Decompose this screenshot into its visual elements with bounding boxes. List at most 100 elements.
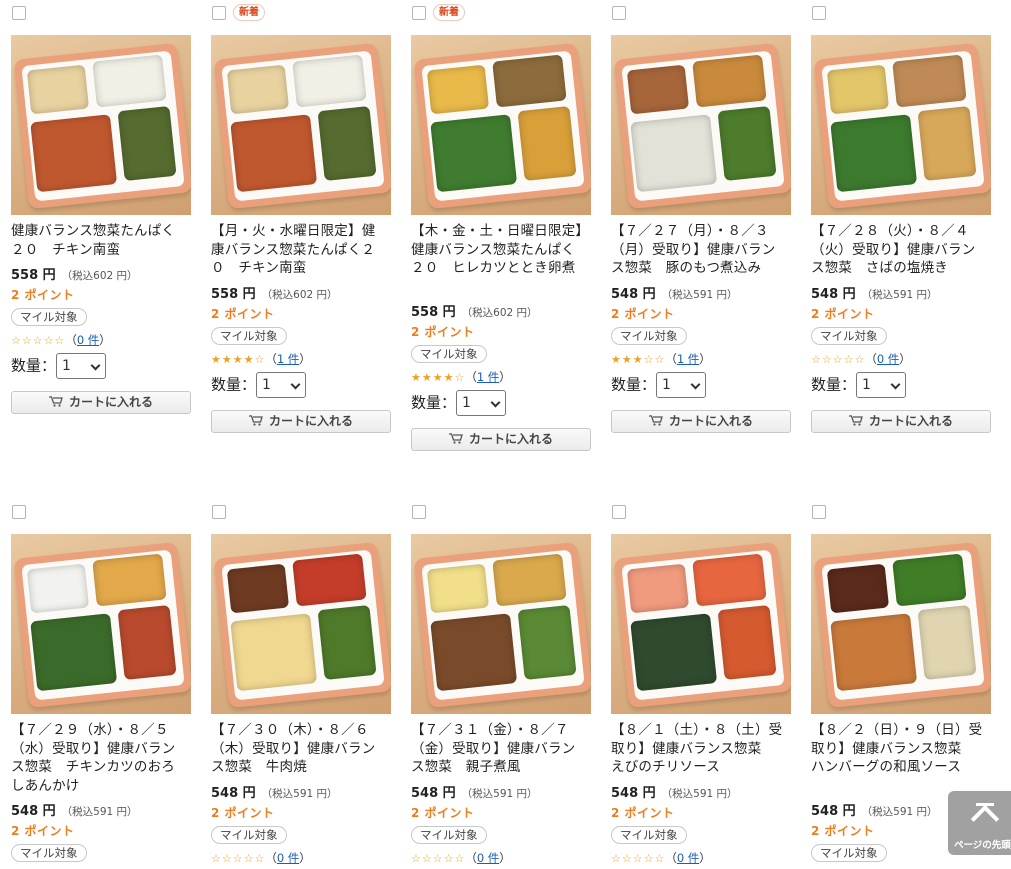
review-count-link[interactable]: 0 件 [277, 851, 299, 865]
product-card: 【７／３１（金）・８／７（金）受取り】健康バランス惣菜 親子煮風 548 円 （税込… [411, 499, 601, 869]
price: 548 円 [11, 804, 56, 819]
product-image[interactable] [811, 35, 991, 215]
back-to-top-button[interactable]: ページの先頭 [948, 791, 1011, 855]
product-image[interactable] [11, 35, 191, 215]
mile-badge-row: マイル対象 [211, 325, 287, 345]
paren-open: （ [265, 351, 277, 366]
price: 548 円 [611, 286, 656, 302]
points: 2 ポイント [611, 306, 675, 321]
review-count-link[interactable]: 1 件 [677, 352, 699, 366]
rating-stars-icon: ☆☆☆☆☆ [811, 352, 866, 366]
add-to-cart-button[interactable]: カートに入れる [411, 428, 591, 451]
review-count-link[interactable]: 0 件 [477, 851, 499, 865]
add-to-cart-button[interactable]: カートに入れる [211, 409, 391, 433]
price: 558 円 [211, 286, 256, 302]
mile-badge-row: マイル対象 [411, 824, 487, 844]
review-count-link[interactable]: 0 件 [677, 851, 699, 865]
product-image[interactable] [811, 534, 991, 714]
new-badge: 新着 [233, 4, 265, 21]
price-row: 548 円 （税込591 円） [11, 800, 138, 819]
product-title[interactable]: 【８／２（日）・９（日）受取り】健康バランス惣菜 ハンバーグの和風ソース [811, 721, 987, 777]
product-image[interactable] [11, 534, 191, 714]
select-checkbox[interactable] [812, 505, 826, 519]
quantity-select[interactable]: 1 [656, 371, 707, 398]
product-card: 【８／１（土）・８（土）受取り】健康バランス惣菜 えびのチリソース 548 円 （税… [611, 499, 801, 869]
select-checkbox[interactable] [612, 6, 626, 20]
product-image[interactable] [411, 35, 591, 215]
price-row: 548 円 （税込591 円） [211, 782, 338, 801]
quantity-label: 数量： [11, 356, 57, 375]
product-card: 健康バランス惣菜たんぱく２０ チキン南蛮 558 円 （税込602 円） 2 ポイント… [11, 0, 201, 470]
select-checkbox[interactable] [412, 6, 426, 20]
product-title[interactable]: 【木・金・土・日曜日限定】健康バランス惣菜たんぱく２０ ヒレカツととき卵煮 [411, 222, 587, 278]
points: 2 ポイント [411, 325, 475, 339]
add-to-cart-label: カートに入れる [868, 413, 953, 428]
select-checkbox[interactable] [612, 505, 626, 519]
select-checkbox[interactable] [412, 505, 426, 519]
price-row: 558 円 （税込602 円） [411, 301, 538, 320]
product-title[interactable]: 【７／３０（木）・８／６（木）受取り】健康バランス惣菜 牛肉焼 [211, 721, 387, 777]
paren-close: ） [499, 370, 511, 384]
tax-included-price: （税込602 円） [261, 288, 338, 301]
add-to-cart-label: カートに入れる [268, 413, 353, 428]
mile-badge: マイル対象 [211, 825, 287, 844]
review-count-link[interactable]: 1 件 [277, 352, 299, 366]
select-checkbox[interactable] [812, 6, 826, 20]
product-image[interactable] [211, 35, 391, 215]
quantity-select[interactable]: 1 [56, 353, 107, 379]
product-title[interactable]: 【８／１（土）・８（土）受取り】健康バランス惣菜 えびのチリソース [611, 721, 787, 777]
tax-included-price: （税込602 円） [61, 270, 138, 282]
quantity-select[interactable]: 1 [256, 371, 307, 398]
quantity-value: 1 [862, 376, 871, 393]
product-image[interactable] [411, 534, 591, 714]
quantity-row: 数量： 1 [411, 390, 507, 416]
product-card: 【７／２７（月）・８／３（月）受取り】健康バランス惣菜 豚のもつ煮込み 548 円… [611, 0, 801, 470]
add-to-cart-button[interactable]: カートに入れる [611, 409, 791, 433]
review-count-link[interactable]: 0 件 [877, 352, 899, 366]
quantity-row: 数量： 1 [811, 371, 907, 398]
product-title[interactable]: 【７／２９（水）・８／５（水）受取り】健康バランス惣菜 チキンカツのおろしあんか… [11, 721, 187, 795]
mile-badge: マイル対象 [11, 308, 87, 326]
review-count-link[interactable]: 1 件 [477, 370, 499, 384]
rating-row: ☆☆☆☆☆（0 件） [411, 847, 511, 866]
cart-icon [248, 412, 263, 426]
paren-close: ） [699, 850, 711, 865]
paren-close: ） [499, 850, 511, 865]
review-count-link[interactable]: 0 件 [77, 333, 99, 347]
mile-badge: マイル対象 [11, 844, 87, 862]
price-row: 558 円 （税込602 円） [211, 283, 338, 302]
paren-open: （ [265, 850, 277, 865]
select-checkbox[interactable] [212, 6, 226, 20]
product-image[interactable] [211, 534, 391, 714]
rating-stars-icon: ☆☆☆☆☆ [211, 851, 266, 865]
price: 548 円 [811, 286, 856, 302]
quantity-select[interactable]: 1 [456, 390, 507, 416]
select-checkbox[interactable] [12, 505, 26, 519]
product-title[interactable]: 健康バランス惣菜たんぱく２０ チキン南蛮 [11, 222, 187, 259]
select-checkbox[interactable] [212, 505, 226, 519]
product-image[interactable] [611, 534, 791, 714]
mile-badge-row: マイル対象 [11, 306, 87, 326]
tax-included-price: （税込591 円） [261, 787, 338, 800]
quantity-row: 数量： 1 [611, 371, 707, 398]
mile-badge: マイル対象 [811, 844, 887, 862]
add-to-cart-button[interactable]: カートに入れる [11, 391, 191, 414]
points: 2 ポイント [11, 288, 75, 302]
product-title[interactable]: 【７／２７（月）・８／３（月）受取り】健康バランス惣菜 豚のもつ煮込み [611, 222, 787, 278]
product-card: 新着 【木・金・土・日曜日限定】健康バランス惣菜たんぱく２０ ヒレカツととき卵煮 5… [411, 0, 601, 470]
add-to-cart-button[interactable]: カートに入れる [811, 409, 991, 433]
product-title[interactable]: 【７／２８（火）・８／４（火）受取り】健康バランス惣菜 さばの塩焼き [811, 222, 987, 278]
select-checkbox[interactable] [12, 6, 26, 20]
paren-open: （ [865, 351, 877, 366]
rating-row: ★★★☆☆（1 件） [611, 348, 711, 367]
quantity-value: 1 [462, 395, 471, 411]
quantity-select[interactable]: 1 [856, 371, 907, 398]
price: 548 円 [211, 785, 256, 801]
product-title[interactable]: 【７／３１（金）・８／７（金）受取り】健康バランス惣菜 親子煮風 [411, 721, 587, 777]
price-row: 548 円 （税込591 円） [811, 800, 938, 819]
product-title[interactable]: 【月・火・水曜日限定】健康バランス惣菜たんぱく２０ チキン南蛮 [211, 222, 387, 278]
card-header [411, 499, 601, 527]
product-image[interactable] [611, 35, 791, 215]
mile-badge-row: マイル対象 [11, 842, 87, 862]
mile-badge-row: マイル対象 [811, 842, 887, 862]
